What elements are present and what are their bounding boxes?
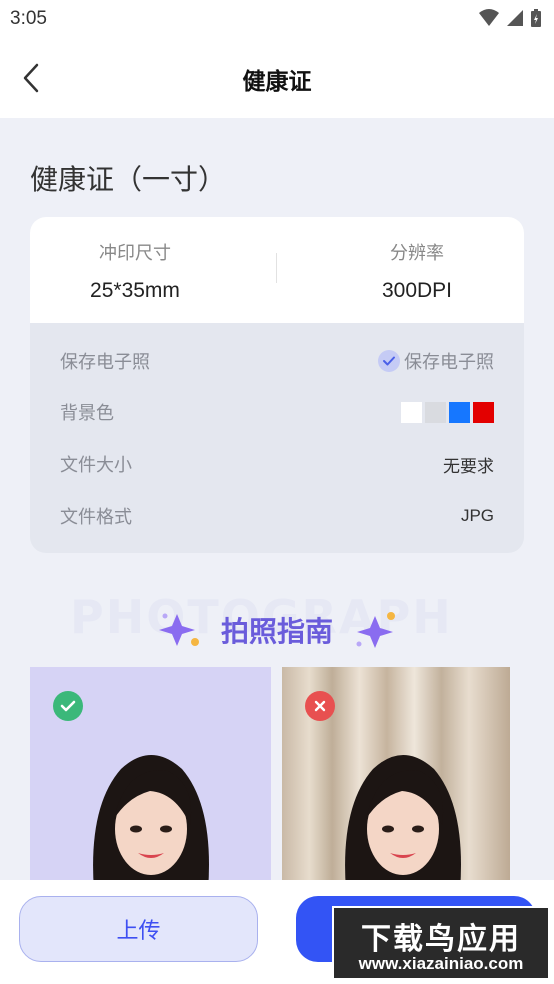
battery-icon <box>531 9 541 27</box>
background-row: 背景色 <box>60 397 494 427</box>
swatch-gray[interactable] <box>425 401 446 423</box>
spec-card: 冲印尺寸 25*35mm 分辨率 300DPI 保存电子照 保存电子照 背景色 … <box>30 217 524 553</box>
check-icon <box>378 350 400 372</box>
save-row: 保存电子照 保存电子照 <box>60 346 494 376</box>
status-time: 3:05 <box>10 8 47 29</box>
file-format-label: 文件格式 <box>60 507 132 528</box>
site-watermark-logo: 下载鸟应用 www.xiazainiao.com <box>332 906 550 980</box>
save-label: 保存电子照 <box>60 352 150 373</box>
check-icon <box>53 691 83 721</box>
nav-bar: 健康证 <box>0 38 554 118</box>
incorrect-example-photo <box>282 667 510 907</box>
resolution-value: 300DPI <box>381 279 453 302</box>
background-label: 背景色 <box>60 403 114 424</box>
file-format-row: 文件格式 JPG <box>60 501 494 531</box>
save-electronic-checkbox[interactable]: 保存电子照 <box>378 348 494 374</box>
file-size-row: 文件大小 无要求 <box>60 449 494 479</box>
sparkle-icon <box>158 613 199 646</box>
guide-title: 拍照指南 <box>220 615 333 648</box>
guide-header: 拍照指南 <box>0 605 554 655</box>
close-icon <box>305 691 335 721</box>
upload-button[interactable]: 上传 <box>19 896 258 962</box>
spec-heading: 健康证（一寸） <box>30 163 227 196</box>
file-size-value: 无要求 <box>443 456 494 476</box>
print-size-label: 冲印尺寸 <box>99 243 171 264</box>
file-size-label: 文件大小 <box>60 455 132 476</box>
status-bar: 3:05 <box>0 0 554 38</box>
swatch-red[interactable] <box>473 401 494 423</box>
status-icons <box>478 8 542 28</box>
watermark-url: www.xiazainiao.com <box>358 954 524 973</box>
print-size: 冲印尺寸 25*35mm <box>30 239 240 303</box>
swatch-blue[interactable] <box>449 401 470 423</box>
print-size-value: 25*35mm <box>90 279 180 302</box>
page-title: 健康证 <box>242 69 312 95</box>
spec-summary: 冲印尺寸 25*35mm 分辨率 300DPI <box>30 217 524 323</box>
wifi-icon <box>479 9 499 26</box>
resolution-label: 分辨率 <box>390 243 444 264</box>
divider <box>276 253 277 283</box>
resolution: 分辨率 300DPI <box>312 239 522 303</box>
sparkle-icon <box>356 612 395 648</box>
save-option-label: 保存电子照 <box>404 352 494 373</box>
correct-example-photo <box>30 667 271 907</box>
swatch-white[interactable] <box>401 401 422 423</box>
watermark-text: 下载鸟应用 <box>361 922 521 957</box>
signal-icon <box>507 10 523 26</box>
file-format-value: JPG <box>460 506 494 525</box>
background-swatches <box>401 401 494 423</box>
